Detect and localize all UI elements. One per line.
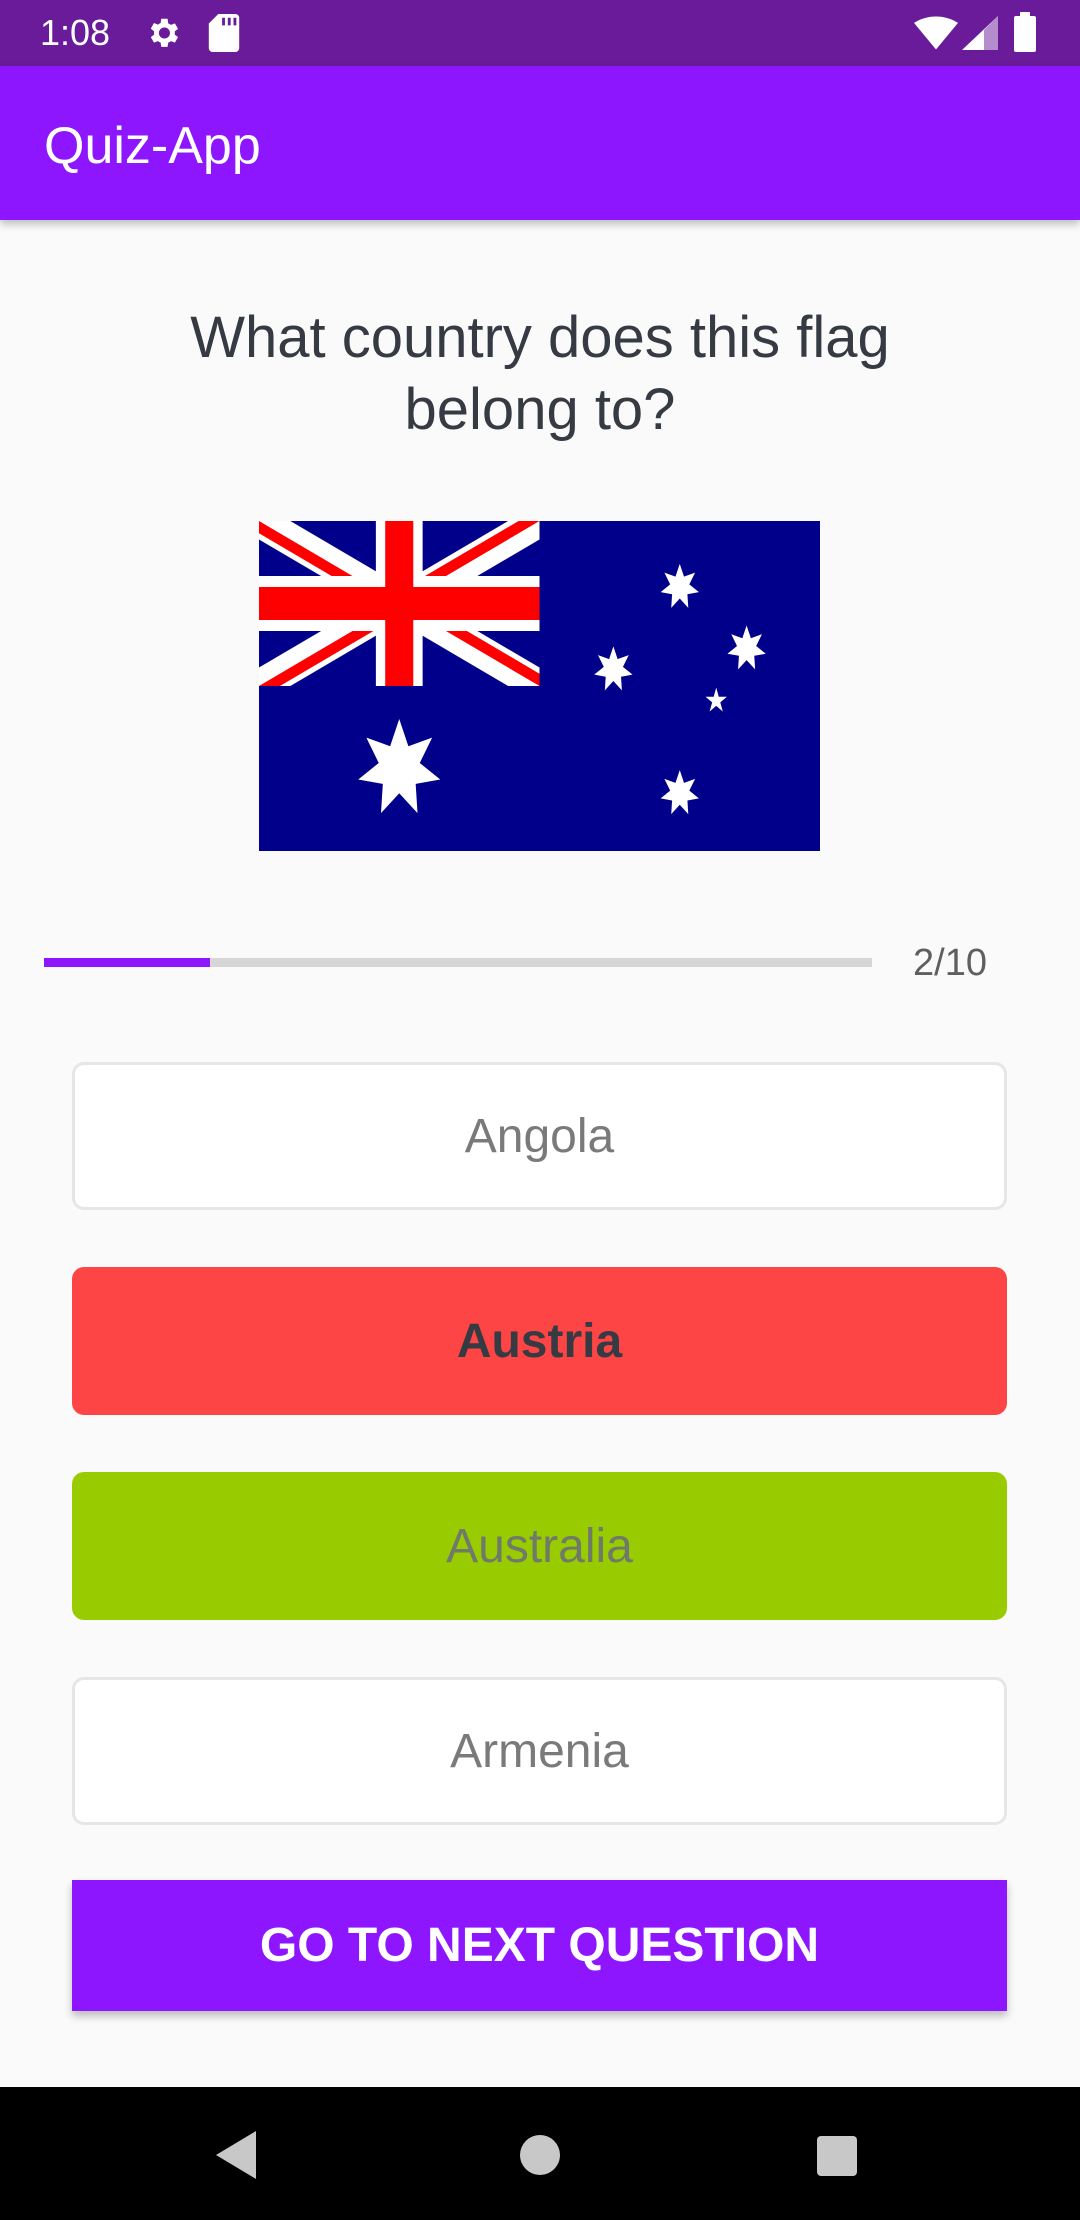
home-icon[interactable] [520,2135,560,2175]
option-australia[interactable]: Australia [72,1472,1007,1620]
battery-icon [1014,12,1036,52]
progress-bar [44,958,872,967]
option-armenia[interactable]: Armenia [72,1677,1007,1825]
progress-bar-fill [44,958,210,967]
signal-icon [962,16,998,50]
app-bar: Quiz-App [0,66,1080,220]
question-text: What country does this flag belong to? [190,305,890,442]
settings-icon [144,14,182,52]
status-bar: 1:08 [0,0,1080,66]
next-question-button[interactable]: GO TO NEXT QUESTION [72,1880,1007,2011]
progress-text: 2/10 [913,942,987,984]
status-time: 1:08 [40,12,111,53]
option-austria[interactable]: Austria [72,1267,1007,1415]
wifi-icon [914,16,958,50]
navigation-bar [0,2087,1080,2220]
sd-card-icon [208,14,240,52]
app-title: Quiz-App [44,117,261,175]
back-icon[interactable] [216,2131,260,2179]
option-angola[interactable]: Angola [72,1062,1007,1210]
flag-image [259,521,820,851]
recents-icon[interactable] [817,2136,857,2176]
